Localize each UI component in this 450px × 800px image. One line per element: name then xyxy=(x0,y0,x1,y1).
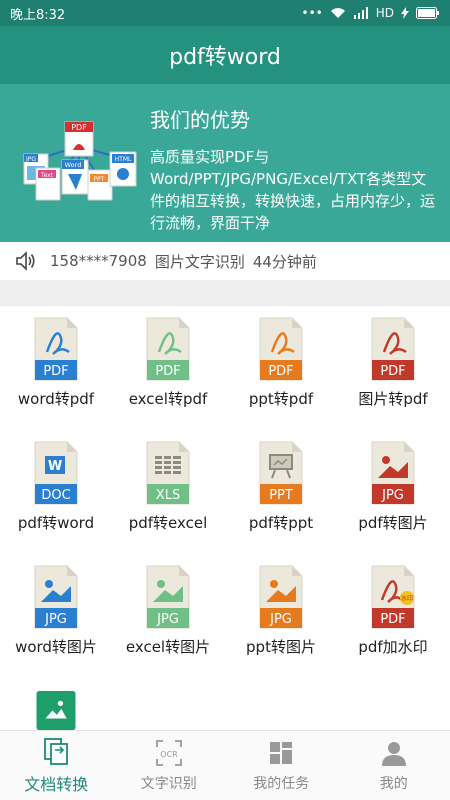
file-badge: PDF xyxy=(380,364,405,379)
illus-html-label: HTML xyxy=(115,156,132,163)
tool-pdf-to-ppt[interactable]: PPT pdf转ppt xyxy=(225,430,337,552)
tool-label: pdf加水印 xyxy=(358,638,428,656)
ticker-action: 图片文字识别 xyxy=(154,252,245,271)
status-bar: 晚上8:32 ••• HD xyxy=(0,0,450,26)
image-gallery-icon xyxy=(36,691,76,730)
tool-pdf-to-word[interactable]: W DOC pdf转word xyxy=(0,430,112,552)
app-title: pdf转word xyxy=(169,45,281,70)
file-badge: DOC xyxy=(41,488,70,503)
ppt-to-image-icon: JPG xyxy=(259,565,303,629)
file-badge: JPG xyxy=(44,612,67,627)
file-badge: JPG xyxy=(381,488,404,503)
conversion-tools-grid: PDF word转pdf PDF excel转pdf PDF ppt转pdf P… xyxy=(0,306,450,730)
pdf-to-word-icon: W DOC xyxy=(34,441,78,505)
tool-ppt-to-image[interactable]: JPG ppt转图片 xyxy=(225,554,337,676)
tool-label: ppt转图片 xyxy=(246,638,316,656)
pdf-watermark-icon: 水印 PDF xyxy=(371,565,415,629)
nav-label: 文档转换 xyxy=(24,774,89,794)
tool-pdf-watermark[interactable]: 水印 PDF pdf加水印 xyxy=(337,554,449,676)
section-divider xyxy=(0,280,450,306)
illus-pdf-label: PDF xyxy=(71,123,87,132)
tool-image-to-pdf[interactable]: PDF 图片转pdf xyxy=(337,306,449,428)
speaker-icon xyxy=(16,251,35,271)
svg-text:W: W xyxy=(48,459,62,474)
tool-label: pdf转ppt xyxy=(248,514,314,532)
nav-ocr[interactable]: OCR 文字识别 xyxy=(113,731,226,800)
document-convert-icon xyxy=(44,737,69,765)
tool-label: ppt转pdf xyxy=(248,390,314,408)
ticker-time: 44分钟前 xyxy=(252,252,317,271)
tool-excel-to-pdf[interactable]: PDF excel转pdf xyxy=(112,306,224,428)
tool-label: pdf转excel xyxy=(128,514,208,532)
advantage-title: 我们的优势 xyxy=(150,108,250,132)
file-badge: PPT xyxy=(269,488,293,503)
tool-label: excel转图片 xyxy=(125,638,211,656)
word-to-pdf-icon: PDF xyxy=(34,317,78,381)
ocr-icon-text: OCR xyxy=(160,750,178,759)
advantage-description: 高质量实现PDF与Word/PPT/JPG/PNG/Excel/TXT各类型文件… xyxy=(150,148,436,232)
watermark-stamp: 水印 xyxy=(401,595,413,603)
file-badge: JPG xyxy=(269,612,292,627)
nav-label: 我的任务 xyxy=(253,775,310,792)
status-icons: ••• HD xyxy=(302,6,441,20)
pdf-to-ppt-icon: PPT xyxy=(259,441,303,505)
file-badge: JPG xyxy=(156,612,179,627)
file-badge: PDF xyxy=(380,612,405,627)
tool-label: word转pdf xyxy=(17,390,95,408)
battery-icon xyxy=(416,7,439,19)
file-badge: PDF xyxy=(268,364,293,379)
tool-label: 图片转pdf xyxy=(358,390,428,408)
ppt-to-pdf-icon: PDF xyxy=(259,317,303,381)
signal-icon xyxy=(353,7,368,19)
tool-pdf-to-excel[interactable]: XLS pdf转excel xyxy=(112,430,224,552)
user-profile-icon xyxy=(381,741,406,766)
tool-label: pdf转word xyxy=(17,514,95,532)
status-time: 晚上8:32 xyxy=(10,7,66,23)
file-badge: PDF xyxy=(155,364,180,379)
illus-text-label: Text xyxy=(40,172,54,179)
word-to-image-icon: JPG xyxy=(34,565,78,629)
tool-image-app[interactable] xyxy=(0,678,112,730)
tool-ppt-to-pdf[interactable]: PDF ppt转pdf xyxy=(225,306,337,428)
activity-ticker: 158****7908 图片文字识别 44分钟前 xyxy=(0,242,450,280)
file-badge: XLS xyxy=(156,488,180,503)
ticker-user: 158****7908 xyxy=(50,252,147,270)
nav-label: 我的 xyxy=(379,775,408,792)
illus-ppt-label: PPT xyxy=(94,176,105,183)
network-type: HD xyxy=(375,6,394,20)
tool-word-to-pdf[interactable]: PDF word转pdf xyxy=(0,306,112,428)
tasks-grid-icon xyxy=(270,741,293,764)
illus-word-label: Word xyxy=(65,161,82,169)
more-dots-icon: ••• xyxy=(301,6,323,20)
image-to-pdf-icon: PDF xyxy=(371,317,415,381)
bottom-navigation: 文档转换 OCR 文字识别 我的任务 我的 xyxy=(0,730,450,800)
nav-profile[interactable]: 我的 xyxy=(338,731,450,800)
tool-pdf-to-image[interactable]: JPG pdf转图片 xyxy=(337,430,449,552)
tool-word-to-image[interactable]: JPG word转图片 xyxy=(0,554,112,676)
wifi-icon xyxy=(330,8,345,18)
tool-label: word转图片 xyxy=(15,638,97,656)
pdf-to-excel-icon: XLS xyxy=(146,441,190,505)
file-types-illustration: PDF JPG Text Word PPT HTML xyxy=(23,121,137,201)
nav-label: 文字识别 xyxy=(140,775,197,792)
excel-to-pdf-icon: PDF xyxy=(146,317,190,381)
tool-label: pdf转图片 xyxy=(358,514,428,532)
illus-jpg-label: JPG xyxy=(25,156,36,163)
nav-document-convert[interactable]: 文档转换 xyxy=(0,731,113,800)
tool-excel-to-image[interactable]: JPG excel转图片 xyxy=(112,554,224,676)
tool-label: excel转pdf xyxy=(128,390,208,408)
advantage-banner: PDF JPG Text Word PPT HTML 我们的优势 高质量实现PD… xyxy=(0,84,450,242)
excel-to-image-icon: JPG xyxy=(146,565,190,629)
ocr-icon: OCR xyxy=(155,739,182,766)
pdf-to-image-icon: JPG xyxy=(371,441,415,505)
file-badge: PDF xyxy=(43,364,68,379)
nav-my-tasks[interactable]: 我的任务 xyxy=(225,731,338,800)
app-title-bar: pdf转word xyxy=(0,26,450,84)
charging-icon xyxy=(401,7,409,19)
